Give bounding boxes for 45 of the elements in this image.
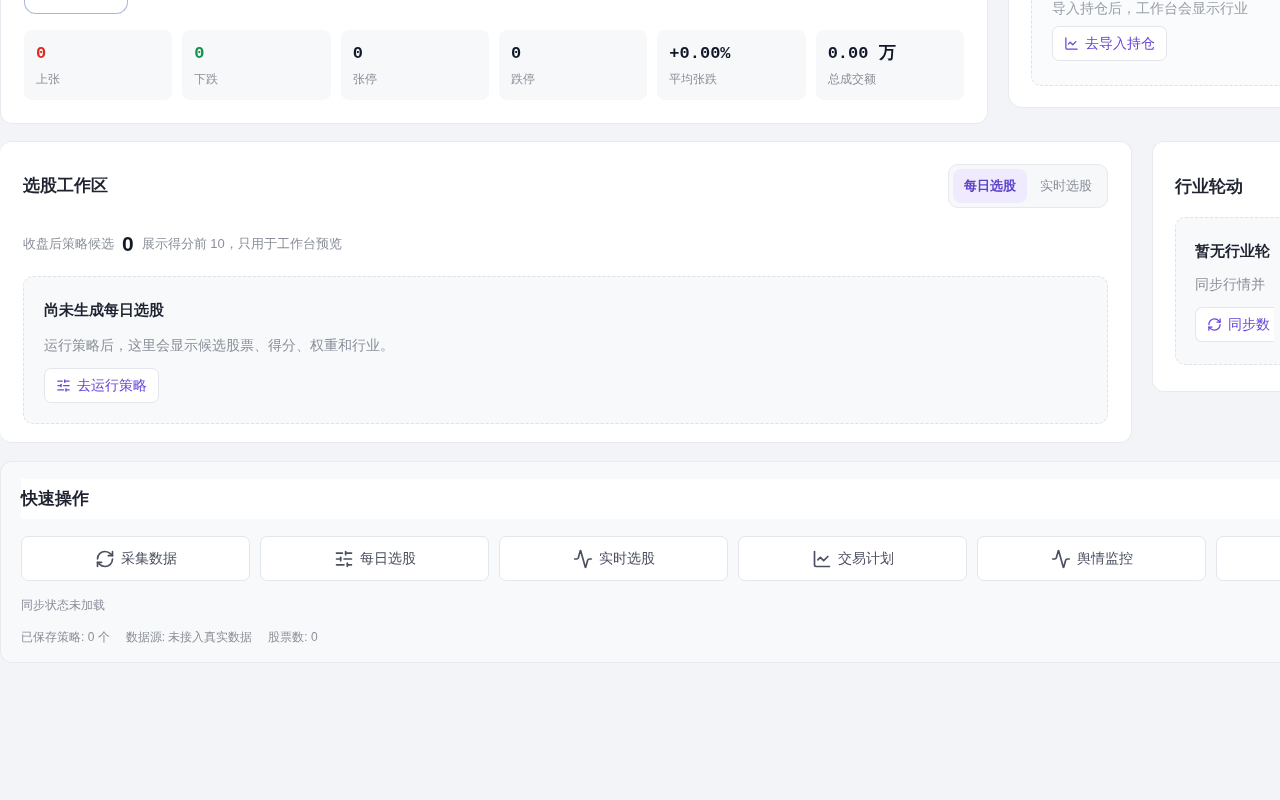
quick-action-button[interactable]: 实时选股 [499,536,728,581]
line-chart-icon [1064,36,1079,51]
empty-state-text: 运行策略后，这里会显示候选股票、得分、权重和行业。 [44,336,395,355]
stat-label: 张停 [352,71,378,88]
sync-status: 同步状态未加载 [21,597,106,614]
footer-stat: 已保存策略: 0 个 [21,629,110,646]
stat-value: +0.00% [669,44,732,64]
stat-value: 0.00 万 [827,44,897,64]
summary-label: 收盘后策略候选 [23,235,114,253]
quick-action-button[interactable]: 交易计划 [738,536,967,581]
outlined-button[interactable] [24,0,128,14]
empty-state-text: 同步行情并 [1195,275,1266,294]
stat-value: 0 [36,44,48,64]
quick-action-button[interactable]: 舆情监控 [977,536,1206,581]
stat-label: 上张 [36,71,61,88]
stat-value: 0 [352,44,364,64]
refresh-icon [1207,317,1222,332]
section-title: 行业轮动 [1175,176,1244,198]
holdings-hint: 导入持仓后，工作台会显示行业 [1052,0,1249,16]
run-strategy-button[interactable]: 去运行策略 [44,368,159,403]
import-holdings-button[interactable]: 去导入持仓 [1052,26,1167,61]
pulse-icon [1050,548,1071,569]
stat-label: 跌停 [511,71,536,88]
stat-value: 0 [511,44,523,64]
sliders-icon [56,378,71,393]
stat-label: 总成交额 [827,71,877,88]
refresh-icon [94,548,115,569]
line-chart-icon [811,548,832,569]
empty-state-title: 尚未生成每日选股 [44,299,165,320]
pulse-icon [572,548,593,569]
footer-stat: 股票数: 0 [268,629,318,646]
empty-state-title: 暂无行业轮 [1195,240,1271,261]
stat-value: 0 [194,44,206,64]
section-title: 快速操作 [21,488,89,511]
sync-data-button[interactable]: 同步数 [1195,307,1274,342]
stat-label: 平均张跌 [669,71,719,88]
stat-label: 下跌 [194,71,220,88]
summary-note: 展示得分前 10，只用于工作台预览 [141,235,342,253]
summary-count: 0 [122,231,134,257]
quick-action-button[interactable]: 采集数据 [21,536,250,581]
section-title: 选股工作区 [23,175,108,198]
footer-stat: 数据源: 未接入真实数据 [125,629,253,646]
sliders-icon [333,548,354,569]
quick-action-button[interactable]: 每日选股 [260,536,489,581]
tab[interactable]: 每日选股 [953,169,1027,203]
